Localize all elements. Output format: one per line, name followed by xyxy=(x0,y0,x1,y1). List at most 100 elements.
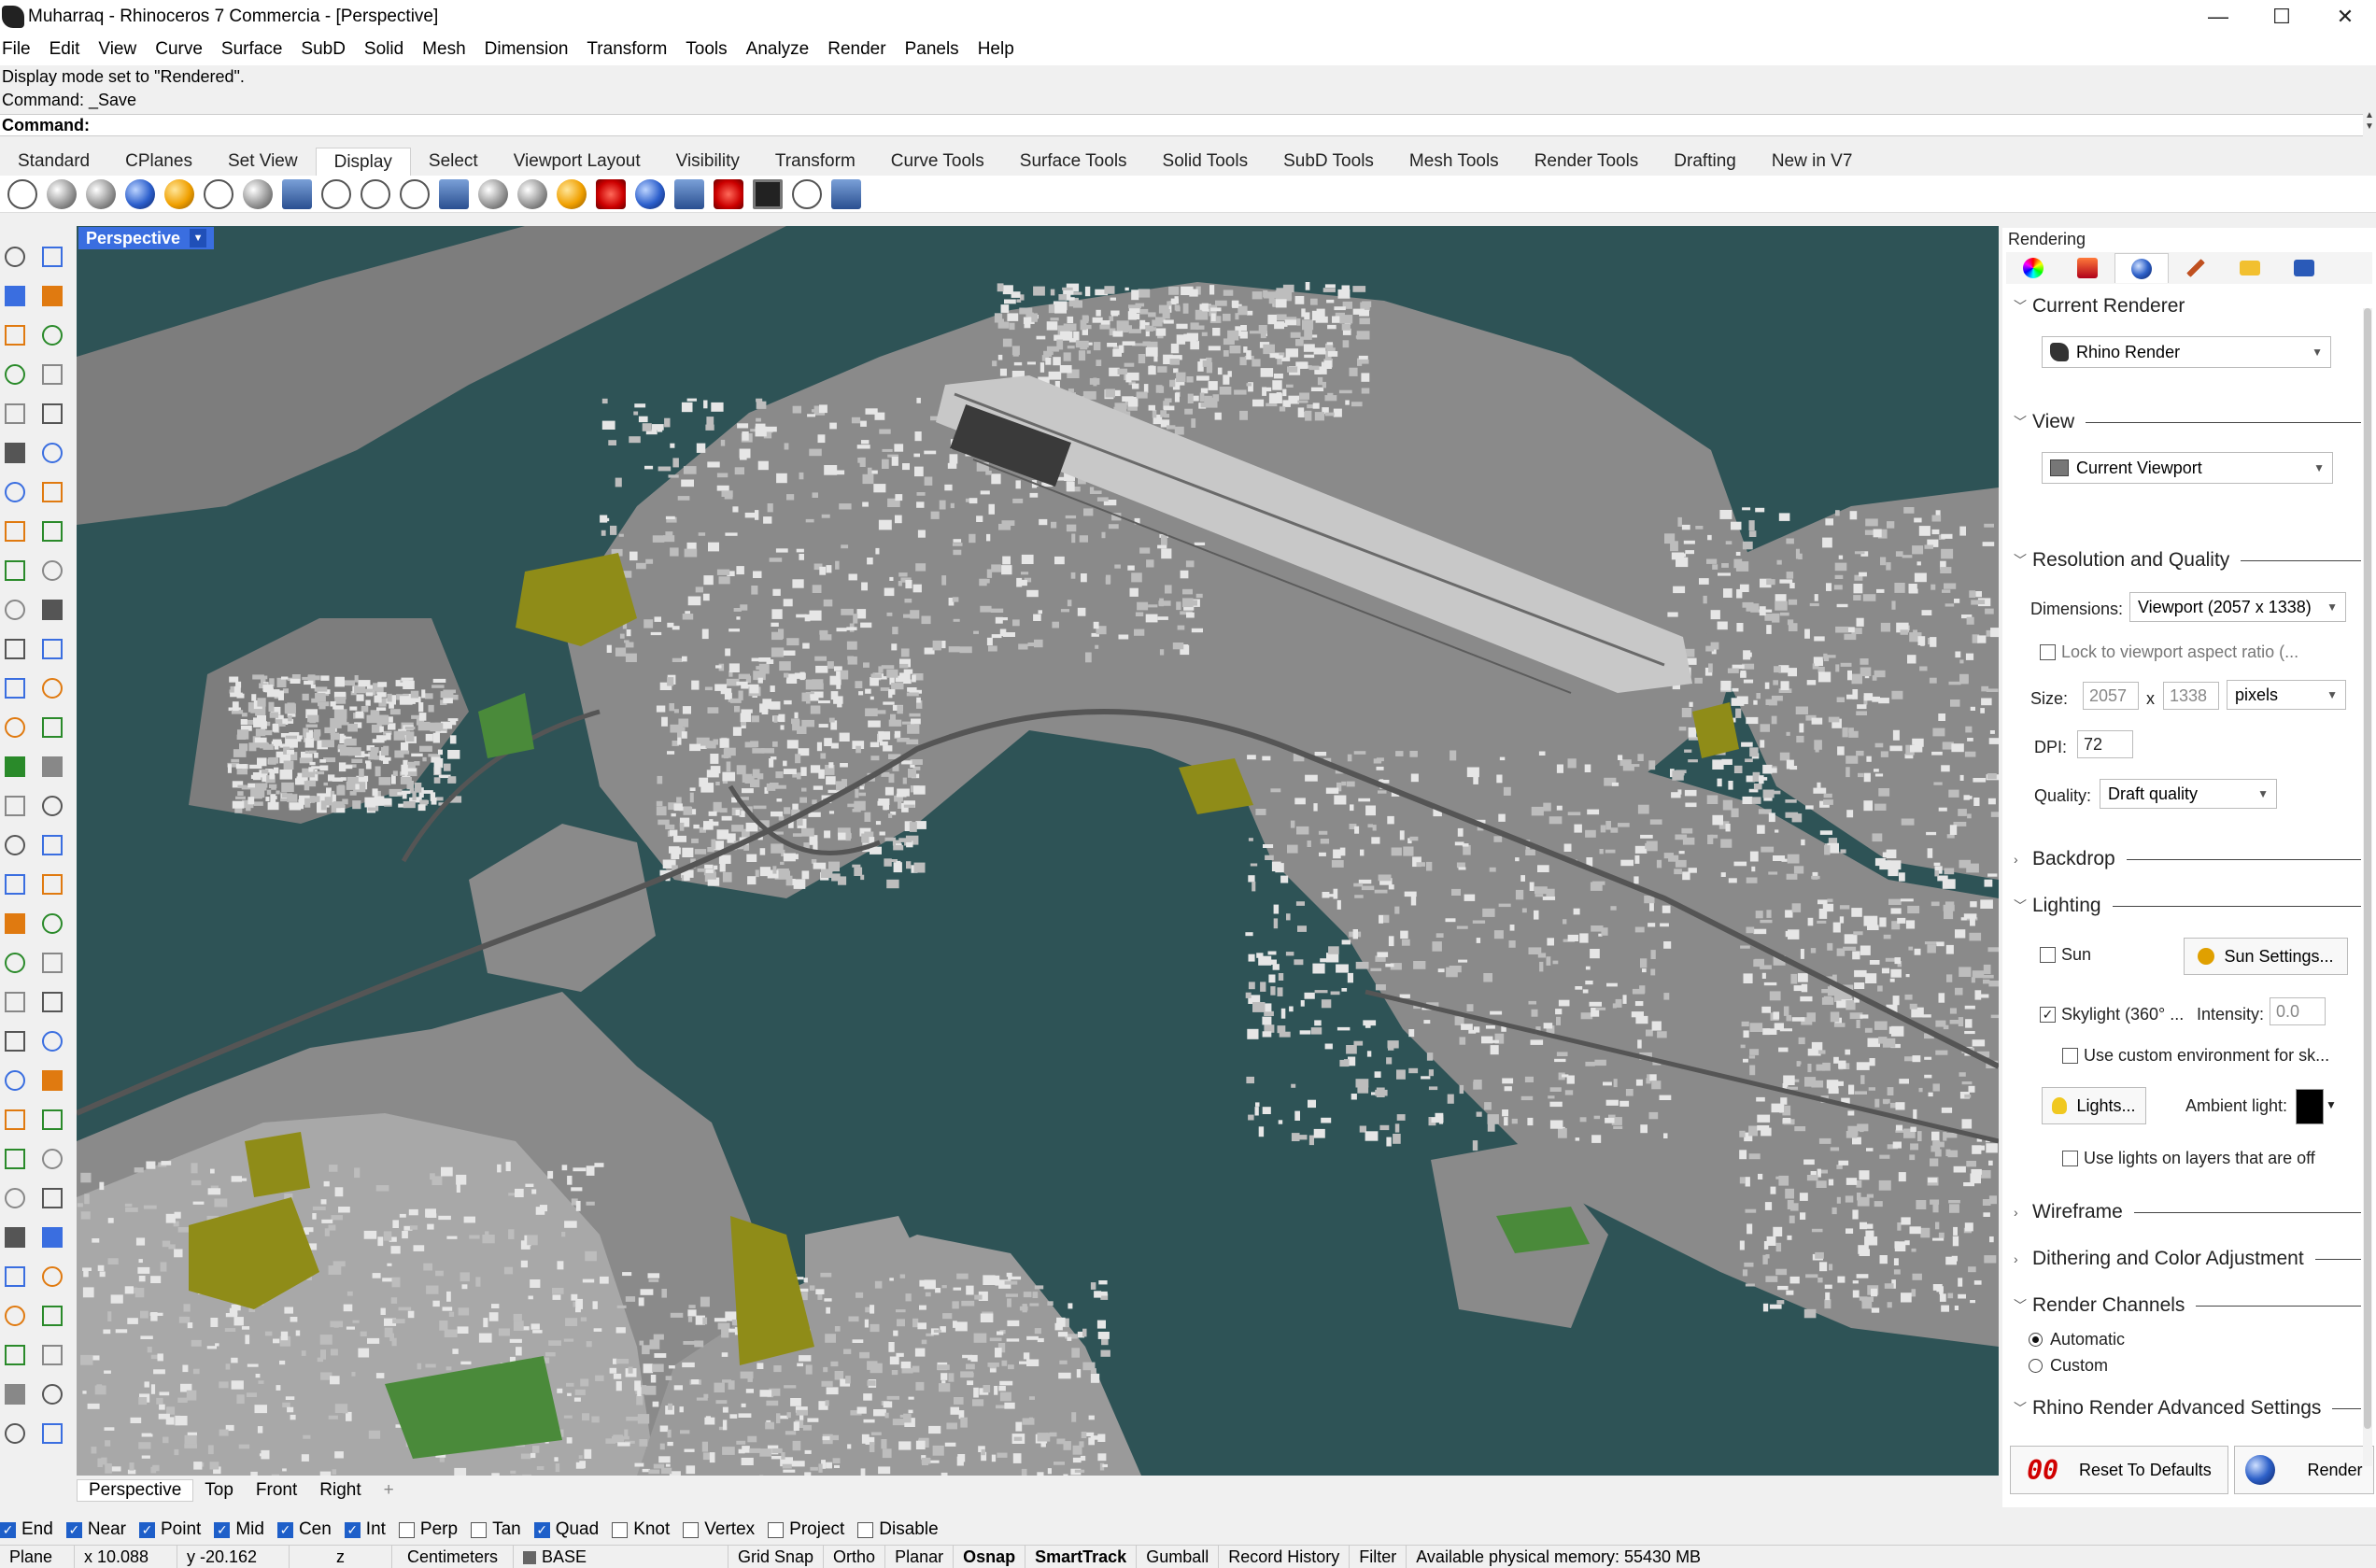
tab-display[interactable]: Display xyxy=(316,148,411,176)
osnap-disable[interactable]: Disable xyxy=(857,1519,938,1540)
osnap-perp[interactable]: Perp xyxy=(399,1519,458,1540)
tab-solid-tools[interactable]: Solid Tools xyxy=(1145,148,1266,176)
environment-icon[interactable] xyxy=(674,179,704,209)
panel-tab[interactable] xyxy=(2006,253,2060,283)
tool-icon[interactable] xyxy=(43,1346,62,1364)
tool-icon[interactable] xyxy=(6,836,24,855)
tool-icon[interactable] xyxy=(6,875,24,894)
intensity-input[interactable]: 0.0 xyxy=(2270,997,2326,1025)
vp-tab-perspective[interactable]: Perspective xyxy=(77,1479,193,1502)
viewport-menu-icon[interactable]: ▼ xyxy=(190,229,206,247)
tool-icon[interactable] xyxy=(43,1424,62,1443)
tool-icon[interactable] xyxy=(43,1307,62,1325)
ghosted-icon[interactable] xyxy=(204,179,233,209)
width-input[interactable]: 2057 xyxy=(2083,682,2139,710)
panel-scrollbar[interactable] xyxy=(2363,308,2372,1466)
vp-tab-right[interactable]: Right xyxy=(308,1480,372,1501)
reset-defaults-button[interactable]: 00Reset To Defaults xyxy=(2010,1446,2228,1494)
osnap-mid[interactable]: ✓Mid xyxy=(214,1519,264,1540)
arctic-icon[interactable] xyxy=(400,179,430,209)
tool-icon[interactable] xyxy=(43,247,62,266)
tool-icon[interactable] xyxy=(43,1385,62,1404)
channels-custom-radio[interactable]: Custom xyxy=(2029,1356,2108,1376)
maximize-button[interactable]: ☐ xyxy=(2249,0,2314,34)
tools-icon[interactable] xyxy=(831,179,861,209)
tool-icon[interactable] xyxy=(43,444,62,462)
height-input[interactable]: 1338 xyxy=(2163,682,2219,710)
tool-icon[interactable] xyxy=(6,1307,24,1325)
menu-panels[interactable]: Panels xyxy=(896,39,969,60)
tool-icon[interactable] xyxy=(43,561,62,580)
lights-button[interactable]: Lights... xyxy=(2042,1087,2146,1124)
osnap-project[interactable]: Project xyxy=(768,1519,844,1540)
zebra-icon[interactable] xyxy=(517,179,547,209)
tab-visibility[interactable]: Visibility xyxy=(658,148,757,176)
menu-edit[interactable]: Edit xyxy=(40,39,90,60)
tab-select[interactable]: Select xyxy=(411,148,496,176)
tool-icon[interactable] xyxy=(43,1032,62,1051)
tool-icon[interactable] xyxy=(6,444,24,462)
tab-cplanes[interactable]: CPlanes xyxy=(107,148,210,176)
osnap-knot[interactable]: Knot xyxy=(612,1519,670,1540)
toggle-ortho[interactable]: Ortho xyxy=(824,1546,885,1568)
osnap-quad[interactable]: ✓Quad xyxy=(534,1519,599,1540)
menu-solid[interactable]: Solid xyxy=(355,39,413,60)
section-resolution[interactable]: ﹀Resolution and Quality xyxy=(2014,549,2361,572)
tool-icon[interactable] xyxy=(6,914,24,933)
toggle-gumball[interactable]: Gumball xyxy=(1137,1546,1219,1568)
tool-icon[interactable] xyxy=(43,600,62,619)
tab-transform[interactable]: Transform xyxy=(757,148,873,176)
toggle-filter[interactable]: Filter xyxy=(1350,1546,1407,1568)
tool-icon[interactable] xyxy=(6,1189,24,1208)
menu-help[interactable]: Help xyxy=(969,39,1024,60)
tool-icon[interactable] xyxy=(43,914,62,933)
osnap-tan[interactable]: Tan xyxy=(471,1519,521,1540)
osnap-vertex[interactable]: Vertex xyxy=(683,1519,755,1540)
tab-render-tools[interactable]: Render Tools xyxy=(1517,148,1657,176)
command-line[interactable]: Command: xyxy=(0,114,2363,136)
scrollbar-thumb[interactable] xyxy=(2364,308,2371,1429)
tool-icon[interactable] xyxy=(6,326,24,345)
sun-settings-button[interactable]: Sun Settings... xyxy=(2184,938,2348,975)
tool-icon[interactable] xyxy=(43,287,62,305)
panel-tab[interactable] xyxy=(2169,253,2223,283)
close-button[interactable]: ✕ xyxy=(2312,0,2376,34)
tab-drafting[interactable]: Drafting xyxy=(1656,148,1754,176)
command-scroll[interactable]: ▲▼ xyxy=(2363,110,2376,136)
xray-icon[interactable] xyxy=(243,179,273,209)
osnap-end[interactable]: ✓End xyxy=(0,1519,53,1540)
gold-sphere-icon[interactable] xyxy=(164,179,194,209)
section-backdrop[interactable]: ›Backdrop xyxy=(2014,848,2361,870)
tool-icon[interactable] xyxy=(6,1424,24,1443)
section-dithering[interactable]: ›Dithering and Color Adjustment xyxy=(2014,1248,2361,1270)
size-units-select[interactable]: pixels▼ xyxy=(2227,680,2346,710)
tool-icon[interactable] xyxy=(43,1071,62,1090)
tool-icon[interactable] xyxy=(43,1110,62,1129)
tool-icon[interactable] xyxy=(43,679,62,698)
tab-surface-tools[interactable]: Surface Tools xyxy=(1002,148,1145,176)
units-indicator[interactable]: Centimeters xyxy=(392,1546,514,1568)
panel-tab[interactable] xyxy=(2277,253,2331,283)
menu-curve[interactable]: Curve xyxy=(146,39,212,60)
tool-icon[interactable] xyxy=(6,1110,24,1129)
tab-curve-tools[interactable]: Curve Tools xyxy=(873,148,1002,176)
toggle-smarttrack[interactable]: SmartTrack xyxy=(1025,1546,1137,1568)
technical-icon[interactable] xyxy=(282,179,312,209)
tool-icon[interactable] xyxy=(43,483,62,501)
panel-tab[interactable] xyxy=(2223,253,2277,283)
osnap-int[interactable]: ✓Int xyxy=(345,1519,386,1540)
perspective-viewport[interactable] xyxy=(77,226,1999,1476)
tool-icon[interactable] xyxy=(6,483,24,501)
tool-icon[interactable] xyxy=(6,993,24,1011)
toggle-grid-snap[interactable]: Grid Snap xyxy=(728,1546,824,1568)
tool-icon[interactable] xyxy=(43,404,62,423)
tab-standard[interactable]: Standard xyxy=(0,148,107,176)
lights-off-checkbox[interactable]: Use lights on layers that are off xyxy=(2062,1149,2315,1168)
tool-icon[interactable] xyxy=(43,954,62,972)
channels-automatic-radio[interactable]: Automatic xyxy=(2029,1330,2125,1349)
quality-select[interactable]: Draft quality▼ xyxy=(2100,779,2277,809)
tool-icon[interactable] xyxy=(6,679,24,698)
rendered-icon[interactable] xyxy=(86,179,116,209)
osnap-near[interactable]: ✓Near xyxy=(66,1519,126,1540)
tool-icon[interactable] xyxy=(43,365,62,384)
